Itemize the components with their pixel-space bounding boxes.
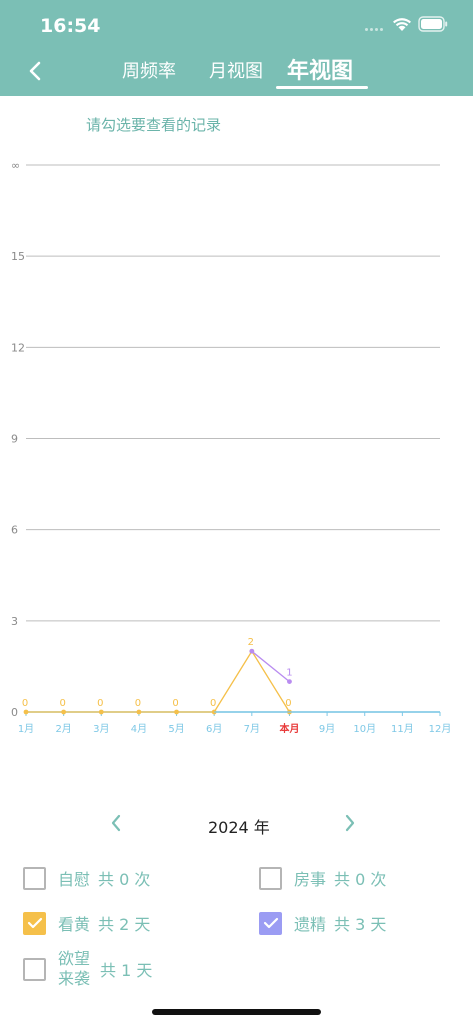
x-tick-label: 5月 [168,723,184,735]
select-records-hint: 请勾选要查看的记录 [86,116,222,134]
header-bar: 16:54 周频率 月视图 年视图 [0,0,473,96]
x-tick-label: 2月 [55,723,71,735]
legend-count: 共 2 天 [98,915,151,934]
tab-weekly-frequency[interactable]: 周频率 [122,57,176,83]
legend-count: 共 0 次 [98,870,151,889]
legend-count: 共 3 天 [334,915,387,934]
x-tick-label: 7月 [244,723,260,735]
signal-dots-icon [365,28,385,32]
legend-name-line: 欲望 [58,949,91,968]
data-label: 1 [286,668,292,679]
data-label: 0 [285,698,291,709]
data-point [287,679,292,685]
legend-name: 欲望 来袭 [58,949,92,989]
next-year-button[interactable] [338,808,362,838]
legend-item-nocturnal-emission[interactable]: 遗精 共 3 天 [259,911,386,935]
checkbox[interactable] [259,866,282,890]
y-tick-label: 12 [11,341,25,354]
legend-item-urge[interactable]: 欲望 来袭 共 1 天 [23,949,152,989]
view-tabs: 周频率 月视图 年视图 [0,50,473,96]
x-tick-label: 本月 [279,722,299,735]
y-tick-label: 9 [11,433,18,446]
tab-yearly-view[interactable]: 年视图 [287,53,353,85]
x-tick-label: 1月 [18,723,34,735]
home-indicator [152,1009,321,1015]
y-tick-label: 3 [11,615,18,628]
tab-monthly-view[interactable]: 月视图 [209,57,263,83]
chevron-left-icon [111,814,121,832]
legend-name: 自慰 [58,870,91,889]
chevron-right-icon [345,814,355,832]
series-line [251,650,290,683]
status-time: 16:54 [40,15,101,37]
data-point [136,709,142,715]
y-tick-label: 15 [11,250,25,263]
year-navigator: 2024 年 [0,806,473,842]
data-point [174,709,179,715]
data-label: 0 [172,698,178,709]
data-label: 0 [97,698,103,709]
data-point [23,709,29,715]
wifi-icon [393,18,411,31]
legend-name: 遗精 [294,915,327,934]
x-tick-label: 6月 [206,723,222,735]
checkbox[interactable] [259,911,282,935]
data-label: 0 [210,698,216,709]
legend-name-line: 来袭 [58,969,91,988]
checkbox[interactable] [23,957,46,981]
yearly-line-chart: 03691215∞1月 2月 3月 4月 5月 6月 7月 本月 9月 10月 11月 12月0 0 0 0… [11,159,452,735]
previous-year-button[interactable] [104,808,128,838]
x-tick-label: 4月 [131,723,147,735]
data-point [249,648,255,654]
data-point [98,709,104,715]
checkbox[interactable] [23,866,46,890]
x-tick-label: 3月 [93,723,109,735]
x-tick-label: 10月 [353,723,376,735]
data-point [61,709,67,715]
battery-icon [418,16,448,32]
data-label: 0 [135,698,141,709]
data-label: 0 [59,698,65,709]
checkmark-icon [263,917,278,929]
app-screen: 16:54 周频率 月视图 年视图 请勾选要查看的记录 0 3 6 9 12 15 ∞ 1月 2… [0,0,473,1024]
legend-count: 共 1 天 [100,961,153,980]
legend-count: 共 0 次 [334,870,387,889]
data-label: 2 [248,637,254,648]
y-tick-label: 6 [11,524,18,537]
current-year-label: 2024 年 [208,818,270,837]
x-tick-label: 9月 [319,723,335,735]
legend-name: 房事 [294,870,327,889]
active-tab-indicator [276,86,368,89]
x-tick-label: 12月 [429,723,452,735]
checkbox[interactable] [23,911,46,935]
x-tick-label: 11月 [391,723,414,735]
data-label: 0 [22,698,28,709]
y-tick-label: 0 [11,706,18,719]
checkmark-icon [27,917,42,929]
legend-name: 看黄 [58,915,91,934]
legend-item-porn[interactable]: 看黄 共 2 天 [23,911,150,935]
y-tick-label: ∞ [11,159,20,172]
legend-item-masturbation[interactable]: 自慰 共 0 次 [23,866,150,890]
legend-item-intercourse[interactable]: 房事 共 0 次 [259,866,386,890]
